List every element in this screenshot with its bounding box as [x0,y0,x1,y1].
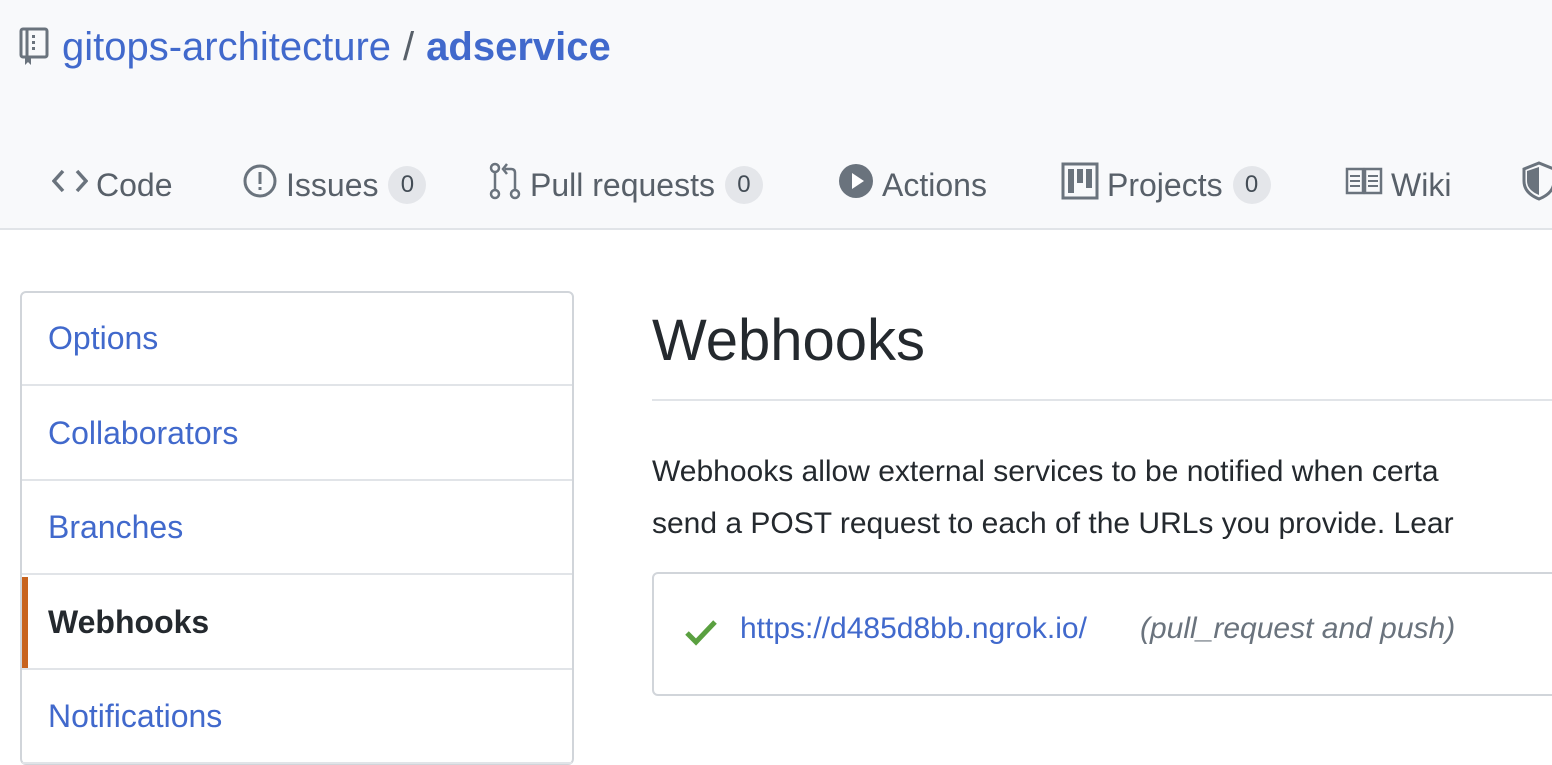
settings-menu-item-options[interactable]: Options [22,293,572,386]
tab-wiki-label: Wiki [1391,166,1452,203]
settings-menu-item-collaborators[interactable]: Collaborators [22,388,572,481]
webhooks-description: Webhooks allow external services to be n… [652,446,1552,550]
webhooks-description-line-1: Webhooks allow external services to be n… [652,455,1439,488]
code-icon [51,166,89,204]
title-divider [652,399,1552,401]
check-icon [684,618,718,648]
webhook-events: (pull_request and push) [1140,612,1456,645]
tab-projects[interactable]: Projects 0 [1061,158,1271,212]
book-icon [1345,166,1383,204]
repo-header: gitops-architecture / adservice Code Iss… [0,0,1552,230]
tab-pull-requests[interactable]: Pull requests 0 [488,158,763,212]
repo-path-separator: / [403,25,415,69]
tab-code-label: Code [96,166,173,203]
webhook-url-link[interactable]: https://d485d8bb.ngrok.io/ [740,612,1087,646]
tab-projects-label: Projects [1107,166,1223,203]
repo-name-link[interactable]: adservice [426,22,611,72]
settings-menu-item-branches[interactable]: Branches [22,482,572,575]
pull-requests-counter: 0 [724,166,763,204]
repo-nav-tabs: Code Issues 0 Pull requests 0 Actions Pr… [0,158,1552,212]
webhook-list-item: https://d485d8bb.ngrok.io/ (pull_request… [652,572,1552,696]
page-title: Webhooks [652,308,925,373]
issues-counter: 0 [388,166,427,204]
tab-pull-requests-label: Pull requests [530,166,715,203]
tab-issues[interactable]: Issues 0 [242,158,427,212]
git-pull-request-icon [488,161,522,209]
webhooks-description-line-2: send a POST request to each of the URLs … [652,507,1454,540]
repo-owner-link[interactable]: gitops-architecture [62,22,391,72]
repo-title: gitops-architecture / adservice [18,22,611,72]
tab-wiki[interactable]: Wiki [1345,158,1451,212]
project-icon [1061,162,1099,208]
issue-opened-icon [242,163,278,207]
shield-icon [1522,161,1552,209]
settings-menu: Options Collaborators Branches Webhooks … [20,291,574,765]
repo-icon [18,27,54,67]
tab-actions[interactable]: Actions [838,158,987,212]
settings-menu-item-webhooks[interactable]: Webhooks [22,577,572,670]
tab-actions-label: Actions [882,166,987,203]
tab-security[interactable] [1522,158,1552,212]
projects-counter: 0 [1232,166,1271,204]
settings-menu-item-notifications[interactable]: Notifications [22,671,572,764]
play-icon [838,163,874,207]
tab-issues-label: Issues [286,166,379,203]
tab-code[interactable]: Code [51,158,173,212]
